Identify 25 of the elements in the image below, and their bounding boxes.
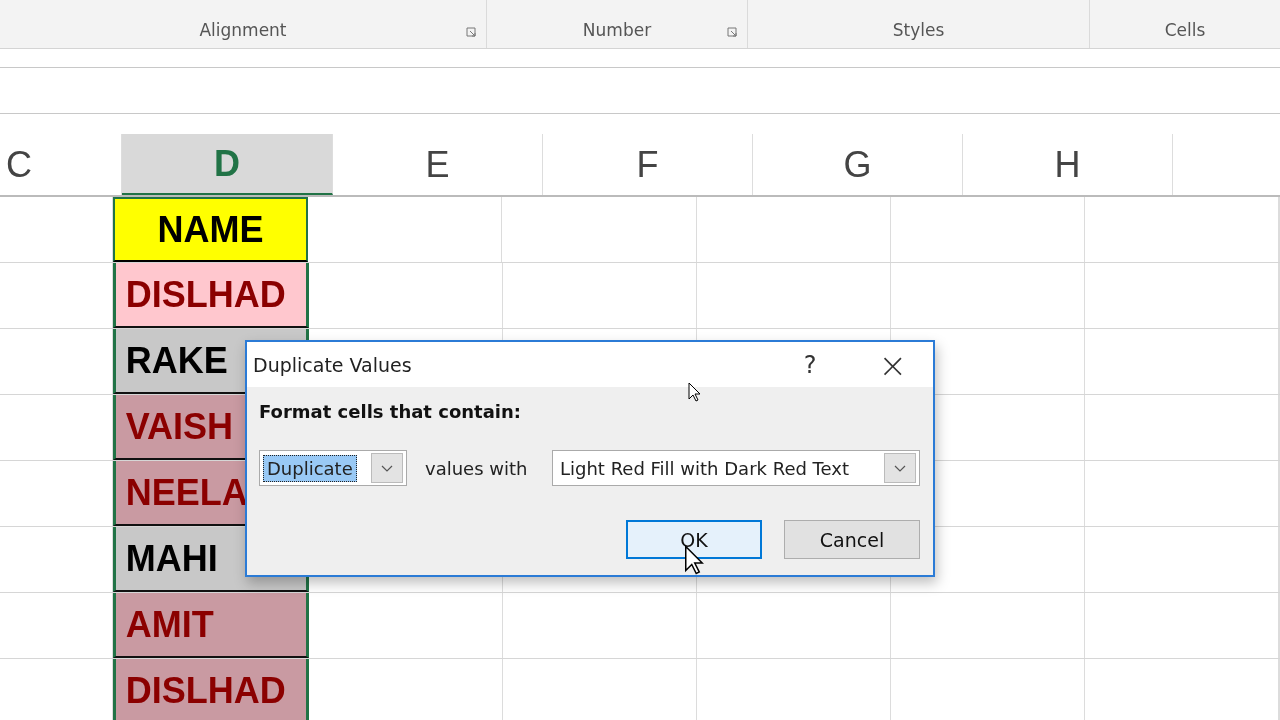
column-header[interactable]: G [753,134,963,195]
group-label: Alignment [199,20,287,40]
help-button[interactable]: ? [803,350,817,379]
table-cell: AMIT [112,593,309,658]
column-header[interactable]: F [543,134,753,195]
ok-button[interactable]: OK [626,520,762,559]
chevron-icon [894,464,906,472]
close-button[interactable]: × [878,344,907,385]
dialog-launcher-icon[interactable] [466,27,477,38]
format-dropdown[interactable]: Light Red Fill with Dark Red Text [552,450,920,486]
dialog-launcher-icon[interactable] [727,27,738,38]
table-cell: DISLHAD [112,659,309,720]
cancel-button[interactable]: Cancel [784,520,920,559]
group-label: Number [582,20,652,40]
column-header[interactable]: E [333,134,543,195]
mouse-pointer-icon [684,545,704,575]
table-cell: DISLHAD [112,263,309,328]
column-header[interactable]: H [963,134,1173,195]
table-cell: NAME [112,197,309,262]
column-header[interactable]: D [122,134,333,195]
group-label: Styles [892,20,945,40]
field-label: values with [425,457,528,479]
group-label: Cells [1164,20,1206,40]
chevron-icon [381,464,393,472]
type-dropdown[interactable]: Duplicate [259,450,407,486]
